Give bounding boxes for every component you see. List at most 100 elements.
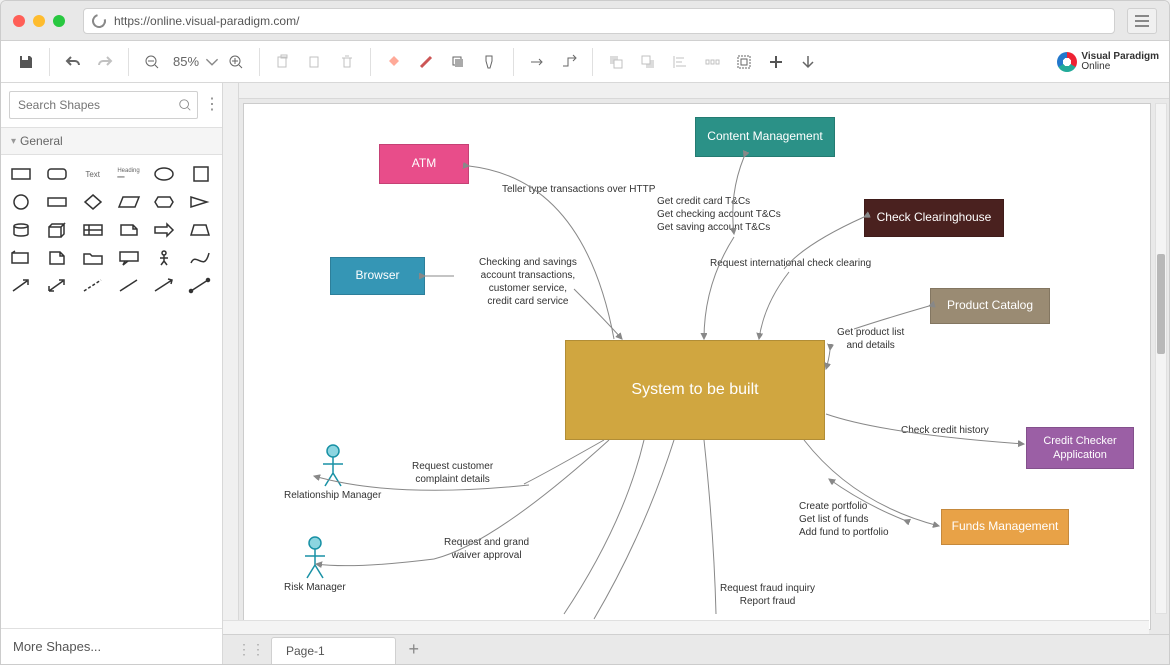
redo-button[interactable]: [90, 47, 120, 77]
sidebar-options-icon[interactable]: ⋮: [204, 97, 220, 113]
shape-note[interactable]: [115, 219, 143, 241]
scrollbar-horizontal[interactable]: [223, 620, 1149, 634]
undo-button[interactable]: [58, 47, 88, 77]
shape-ellipse[interactable]: [150, 163, 178, 185]
delete-button[interactable]: [332, 47, 362, 77]
search-input[interactable]: [9, 91, 198, 119]
shape-callout[interactable]: [115, 247, 143, 269]
paste-button[interactable]: [300, 47, 330, 77]
page-tabs: ⋮⋮ Page-1 +: [223, 634, 1169, 664]
add-button[interactable]: [761, 47, 791, 77]
actor-risk-manager[interactable]: Risk Manager: [284, 536, 346, 593]
node-browser[interactable]: Browser: [330, 257, 425, 295]
drag-handle-icon[interactable]: ⋮⋮: [231, 641, 271, 658]
label-product: Get product list and details: [837, 326, 904, 352]
node-system[interactable]: System to be built: [565, 340, 825, 440]
canvas[interactable]: ATM Content Management Browser Check Cle…: [243, 103, 1151, 630]
export-button[interactable]: [793, 47, 823, 77]
shape-process[interactable]: [43, 191, 71, 213]
shape-line-dashed[interactable]: [79, 275, 107, 297]
zoom-level[interactable]: 85%: [169, 54, 203, 69]
shape-parallelogram[interactable]: [115, 191, 143, 213]
format-painter-button[interactable]: [475, 47, 505, 77]
to-back-button[interactable]: [633, 47, 663, 77]
shape-cube[interactable]: [43, 219, 71, 241]
to-front-button[interactable]: [601, 47, 631, 77]
shape-cylinder[interactable]: [7, 219, 35, 241]
save-button[interactable]: [11, 47, 41, 77]
zoom-out-button[interactable]: [137, 47, 167, 77]
node-credit-checker[interactable]: Credit Checker Application: [1026, 427, 1134, 469]
node-funds-mgmt[interactable]: Funds Management: [941, 509, 1069, 545]
shape-text[interactable]: Text: [79, 163, 107, 185]
minimize-window-icon[interactable]: [33, 15, 45, 27]
shape-line[interactable]: [115, 275, 143, 297]
sidebar: ⋮ General Text Heading━━: [1, 83, 223, 664]
browser-titlebar: https://online.visual-paradigm.com/: [1, 1, 1169, 41]
more-shapes-button[interactable]: More Shapes...: [1, 628, 222, 664]
fill-color-button[interactable]: [379, 47, 409, 77]
label-tandc: Get credit card T&Cs Get checking accoun…: [657, 195, 781, 234]
ruler-vertical: [223, 83, 239, 634]
ruler-horizontal: [239, 83, 1169, 99]
scrollbar-vertical[interactable]: [1155, 103, 1167, 614]
shape-trapezoid[interactable]: [186, 219, 214, 241]
label-funds: Create portfolio Get list of funds Add f…: [799, 500, 889, 539]
reload-icon[interactable]: [89, 11, 108, 30]
shape-folder[interactable]: [79, 247, 107, 269]
category-general[interactable]: General: [1, 127, 222, 155]
shape-step[interactable]: [79, 219, 107, 241]
shape-curve[interactable]: [186, 247, 214, 269]
zoom-dropdown-icon[interactable]: [205, 47, 219, 77]
distribute-button[interactable]: [697, 47, 727, 77]
shape-line-arrow[interactable]: [150, 275, 178, 297]
fit-page-button[interactable]: [729, 47, 759, 77]
toolbar: 85% Visual ParadigmOnline: [1, 41, 1169, 83]
shape-triangle[interactable]: [186, 191, 214, 213]
label-complaint: Request customer complaint details: [412, 460, 493, 486]
close-window-icon[interactable]: [13, 15, 25, 27]
page-tab[interactable]: Page-1: [271, 637, 396, 664]
maximize-window-icon[interactable]: [53, 15, 65, 27]
url-bar[interactable]: https://online.visual-paradigm.com/: [83, 8, 1115, 34]
label-credit: Check credit history: [901, 424, 989, 437]
label-fraud: Request fraud inquiry Report fraud: [720, 582, 815, 608]
shape-arrow-right[interactable]: [150, 219, 178, 241]
menu-button[interactable]: [1127, 8, 1157, 34]
add-page-button[interactable]: +: [400, 638, 428, 662]
label-waiver: Request and grand waiver approval: [444, 536, 529, 562]
shape-rounded-rect[interactable]: [43, 163, 71, 185]
line-color-button[interactable]: [411, 47, 441, 77]
node-atm[interactable]: ATM: [379, 144, 469, 184]
shape-hexagon[interactable]: [150, 191, 178, 213]
shape-palette: Text Heading━━: [1, 155, 222, 305]
shape-rectangle[interactable]: [7, 163, 35, 185]
shape-circle[interactable]: [7, 191, 35, 213]
shape-card[interactable]: [7, 247, 35, 269]
scrollbar-thumb[interactable]: [1157, 254, 1165, 354]
shadow-button[interactable]: [443, 47, 473, 77]
zoom-in-button[interactable]: [221, 47, 251, 77]
brand-logo: Visual ParadigmOnline: [1057, 52, 1159, 72]
copy-button[interactable]: [268, 47, 298, 77]
search-icon: [178, 98, 192, 112]
shape-document[interactable]: [43, 247, 71, 269]
node-product-catalog[interactable]: Product Catalog: [930, 288, 1050, 324]
waypoint-style-button[interactable]: [554, 47, 584, 77]
shape-arrow-bidir[interactable]: [43, 275, 71, 297]
shape-diamond[interactable]: [79, 191, 107, 213]
connector-style-button[interactable]: [522, 47, 552, 77]
label-browser: Checking and savings account transaction…: [479, 256, 577, 308]
shape-heading[interactable]: Heading━━: [115, 163, 143, 185]
node-clearinghouse[interactable]: Check Clearinghouse: [864, 199, 1004, 237]
node-cms[interactable]: Content Management: [695, 117, 835, 157]
label-http: Teller type transactions over HTTP: [502, 183, 655, 196]
shape-arrow-diag[interactable]: [7, 275, 35, 297]
shape-square[interactable]: [186, 163, 214, 185]
actor-relationship-manager[interactable]: Relationship Manager: [284, 444, 381, 501]
shape-actor[interactable]: [150, 247, 178, 269]
logo-icon: [1057, 52, 1077, 72]
label-intl: Request international check clearing: [710, 257, 871, 270]
align-button[interactable]: [665, 47, 695, 77]
shape-connector[interactable]: [186, 275, 214, 297]
